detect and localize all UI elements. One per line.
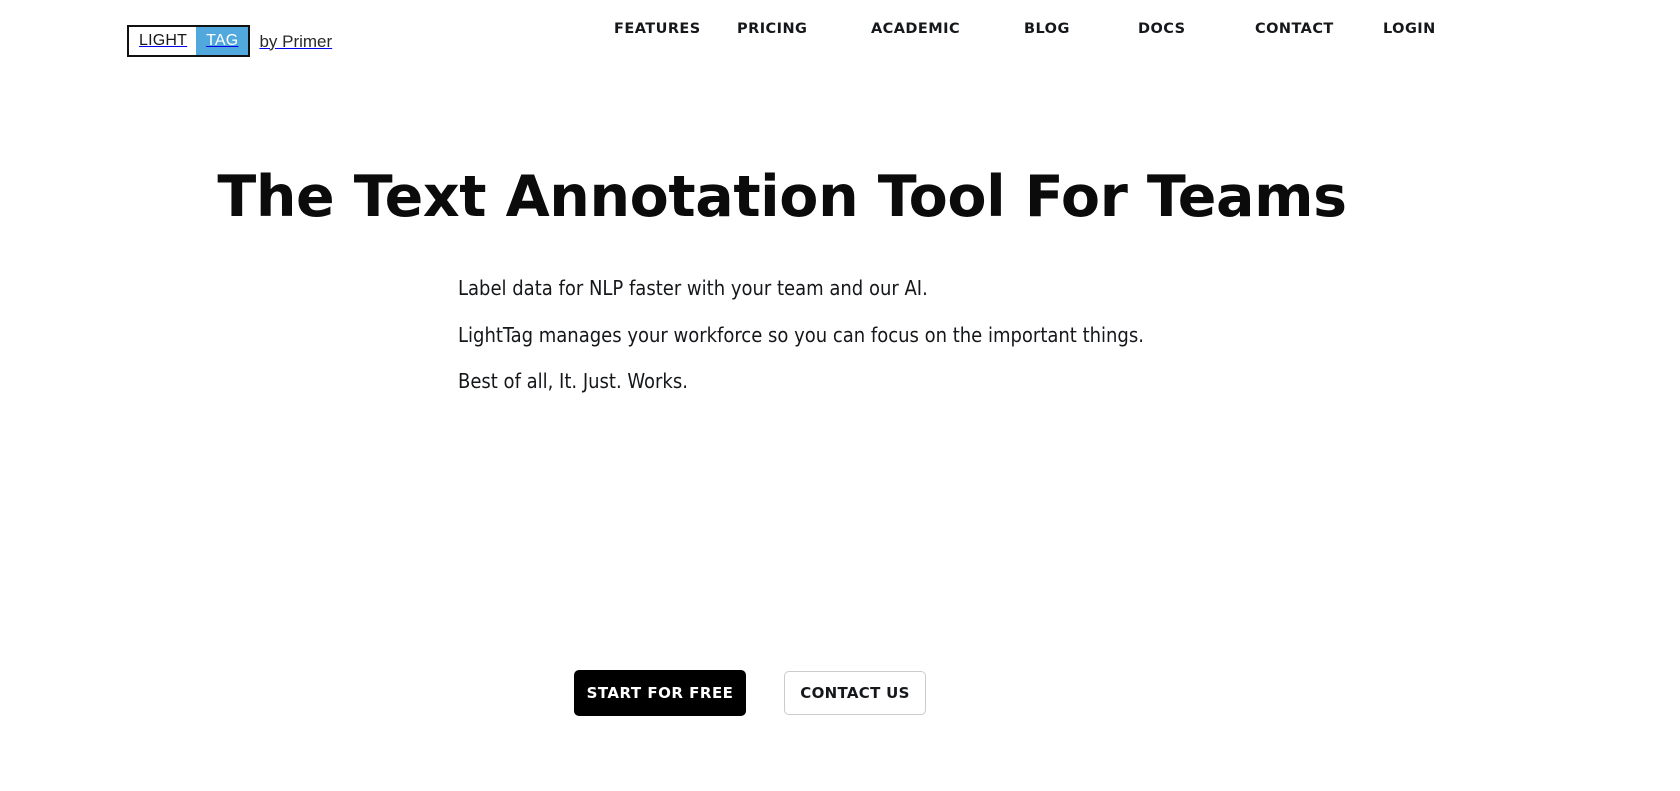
brand-byline: by Primer [259,31,333,51]
logo-tag-badge: TAG [196,27,249,55]
hero-paragraph-2: LightTag manages your workforce so you c… [458,322,1144,347]
hero-paragraph-1: Label data for NLP faster with your team… [458,276,928,300]
hero-media-placeholder [400,430,1200,645]
nav-item-features[interactable]: FEATURES [614,22,701,37]
nav-item-pricing[interactable]: PRICING [737,22,807,37]
hero-headline: The Text Annotation Tool For Teams [217,164,1347,231]
nav-item-docs[interactable]: DOCS [1138,22,1186,37]
contact-us-button[interactable]: CONTACT US [784,671,926,715]
site-header: LIGHT TAG by Primer FEATURES PRICING ACA… [0,0,1680,82]
cta-button-row: START FOR FREE CONTACT US [574,670,926,716]
logo-box: LIGHT TAG [127,25,251,57]
logo-light-text: LIGHT [139,32,188,49]
nav-item-login[interactable]: LOGIN [1383,22,1436,37]
hero-paragraph-3: Best of all, It. Just. Works. [458,369,688,393]
nav-item-blog[interactable]: BLOG [1024,22,1070,37]
nav-item-academic[interactable]: ACADEMIC [871,22,960,37]
hero-copy-block: Label data for NLP faster with your team… [458,278,1238,391]
nav-item-contact[interactable]: CONTACT [1255,22,1334,37]
brand-logo-link[interactable]: LIGHT TAG by Primer [127,24,332,58]
start-for-free-button[interactable]: START FOR FREE [574,670,746,716]
